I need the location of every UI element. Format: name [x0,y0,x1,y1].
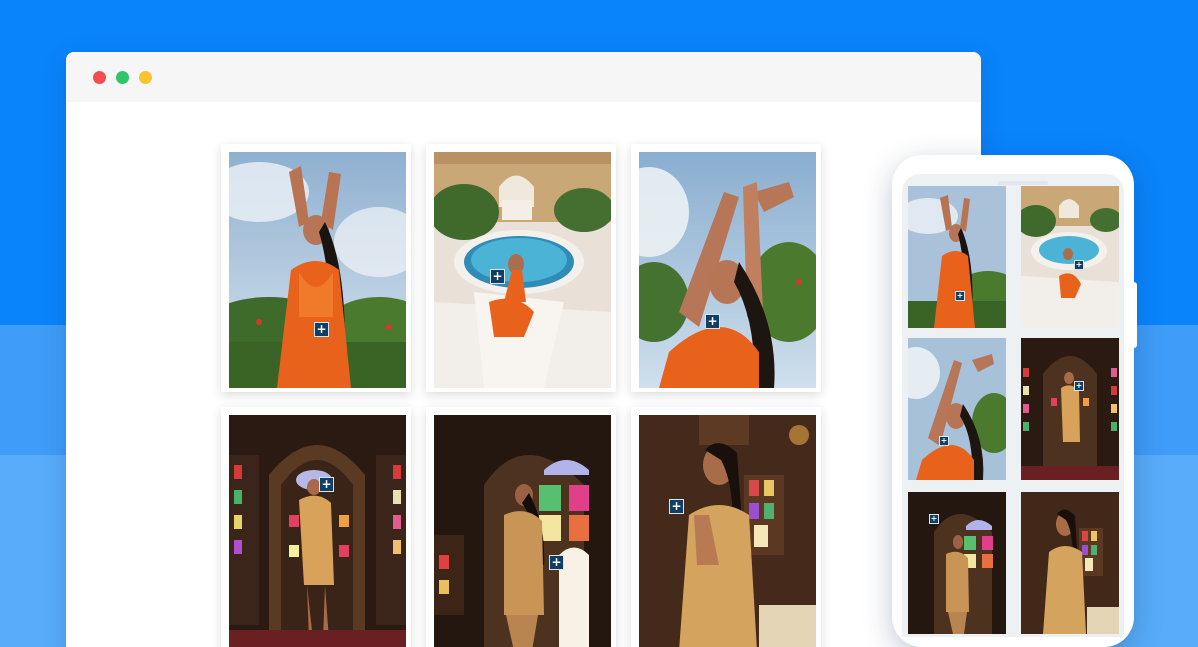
mobile-add-plus-icon[interactable]: + [1074,260,1084,270]
mobile-add-plus-icon[interactable]: + [1074,381,1084,391]
phone-mockup: + + + + + [892,155,1134,647]
mobile-photo-sky-closeup[interactable] [908,338,1006,480]
add-plus-icon[interactable]: + [319,477,334,492]
gallery-item[interactable]: + [221,407,411,647]
phone-speaker [998,181,1048,185]
gallery-item[interactable]: + [221,144,411,392]
gallery-photo-palace-arch [229,415,406,647]
add-plus-icon[interactable]: + [549,555,564,570]
browser-window: + + + + + + [66,52,981,647]
gallery-photo-sky-closeup [639,152,816,388]
browser-title-bar [66,52,981,102]
window-close-dot[interactable] [93,71,106,84]
gallery-photo-poolside [434,152,611,388]
gallery-photo-dim-room-portrait [639,415,816,647]
phone-side-button [1132,282,1137,348]
gallery-item[interactable]: + [631,407,821,647]
mobile-add-plus-icon[interactable]: + [939,436,949,446]
mobile-photo-poolside[interactable] [1021,186,1119,328]
mobile-photo-palace-window[interactable] [908,492,1006,634]
mobile-add-plus-icon[interactable]: + [955,291,965,301]
gallery-photo-sky-arms-raised [229,152,406,388]
gallery-item[interactable]: + [426,407,616,647]
add-plus-icon[interactable]: + [490,269,505,284]
window-minimize-dot[interactable] [139,71,152,84]
window-maximize-dot[interactable] [116,71,129,84]
add-plus-icon[interactable]: + [669,499,684,514]
gallery-item[interactable]: + [426,144,616,392]
mobile-add-plus-icon[interactable]: + [929,514,939,524]
gallery-photo-palace-window [434,415,611,647]
mobile-photo-sky-arms-raised[interactable] [908,186,1006,328]
phone-screen: + + + + + [902,174,1124,637]
add-plus-icon[interactable]: + [705,314,720,329]
gallery-item[interactable]: + [631,144,821,392]
add-plus-icon[interactable]: + [314,322,329,337]
mobile-photo-dim-room-portrait[interactable] [1021,492,1119,634]
mobile-photo-palace-arch[interactable] [1021,338,1119,480]
